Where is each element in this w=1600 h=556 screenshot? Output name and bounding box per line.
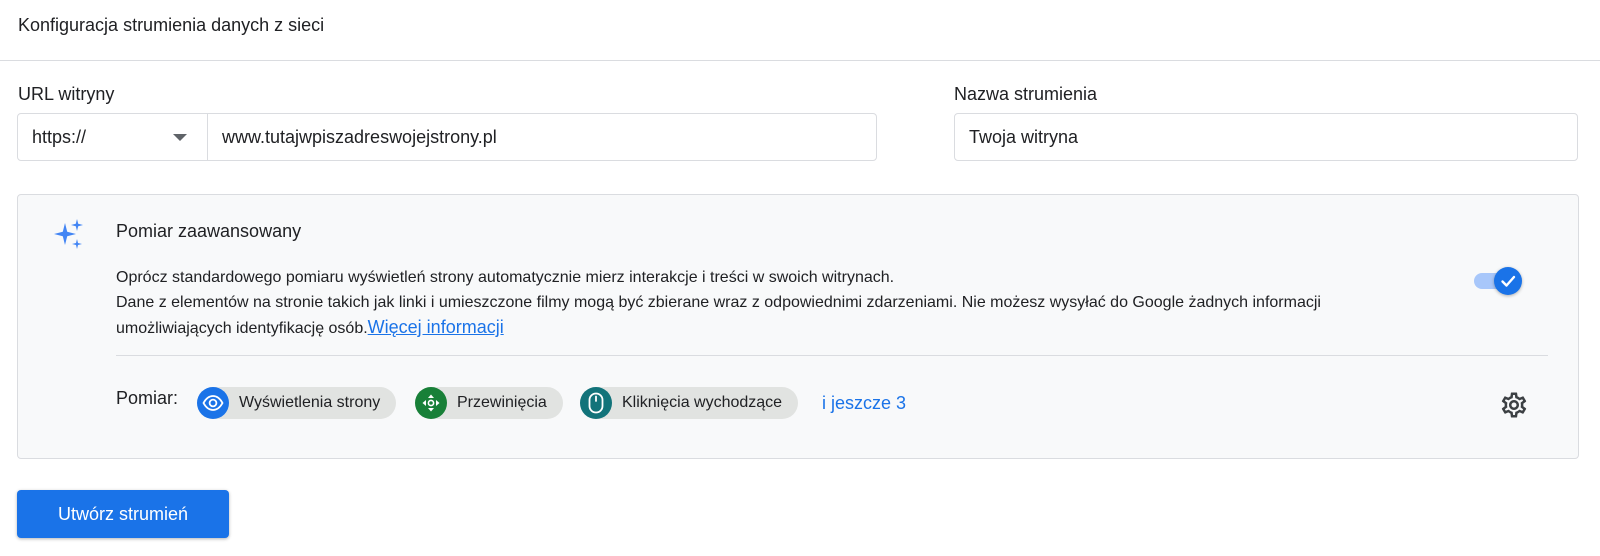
measurement-label: Pomiar:	[116, 388, 179, 408]
description-line: umożliwiających identyfikację osób.Więce…	[116, 315, 1406, 341]
gear-icon[interactable]	[1499, 390, 1529, 420]
toggle-thumb	[1494, 267, 1522, 295]
page-title: Konfiguracja strumienia danych z sieci	[18, 15, 325, 35]
url-field: https:// www.tutajwpiszadreswojejstrony.…	[17, 113, 877, 161]
mouse-icon	[580, 387, 612, 419]
more-events-link[interactable]: i jeszcze 3	[822, 393, 906, 414]
enhanced-measurement-card: Pomiar zaawansowany Oprócz standardowego…	[17, 194, 1579, 459]
stream-name-label: Nazwa strumienia	[954, 84, 1098, 104]
create-stream-button[interactable]: Utwórz strumień	[17, 490, 229, 538]
stream-name-input[interactable]: Twoja witryna	[954, 113, 1578, 161]
eye-icon	[197, 387, 229, 419]
description-line: Oprócz standardowego pomiaru wyświetleń …	[116, 269, 895, 286]
url-field-label: URL witryny	[18, 84, 115, 104]
chip-label: Kliknięcia wychodzące	[622, 394, 783, 411]
sparkle-icon	[54, 219, 83, 249]
enhanced-measurement-title: Pomiar zaawansowany	[116, 221, 302, 241]
dropdown-arrow-icon	[173, 134, 187, 141]
card-divider	[116, 355, 1548, 356]
check-icon	[1501, 275, 1516, 287]
page-header: Konfiguracja strumienia danych z sieci	[0, 0, 1600, 61]
chip-page-views[interactable]: Wyświetlenia strony	[197, 387, 397, 419]
protocol-value: https://	[32, 126, 87, 147]
chip-scrolls[interactable]: Przewinięcia	[415, 387, 563, 419]
enhanced-measurement-description: Oprócz standardowego pomiaru wyświetleń …	[116, 265, 1406, 341]
scroll-arrows-icon	[415, 387, 447, 419]
description-line: Dane z elementów na stronie takich jak l…	[116, 294, 1321, 311]
description-text: umożliwiających identyfikację osób.	[116, 320, 368, 337]
learn-more-link[interactable]: Więcej informacji	[368, 317, 504, 337]
chip-outbound-clicks[interactable]: Kliknięcia wychodzące	[580, 387, 799, 419]
chip-label: Przewinięcia	[457, 394, 547, 411]
url-input[interactable]: www.tutajwpiszadreswojejstrony.pl	[208, 114, 876, 160]
protocol-select[interactable]: https://	[18, 114, 208, 160]
enhanced-measurement-toggle[interactable]	[1472, 267, 1524, 295]
chip-label: Wyświetlenia strony	[239, 394, 381, 411]
